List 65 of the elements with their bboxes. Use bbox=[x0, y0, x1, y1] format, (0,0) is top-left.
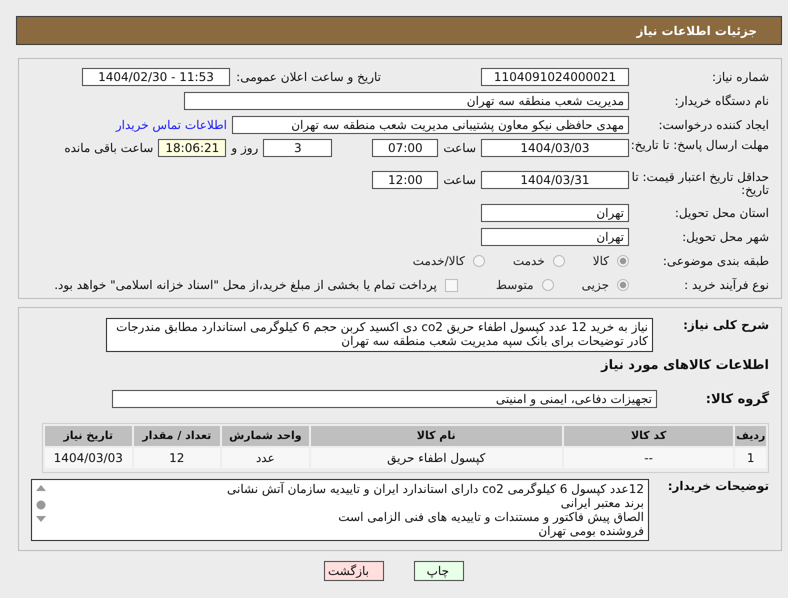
radio-label: کالا/خدمت bbox=[412, 254, 465, 268]
table-cell: -- bbox=[564, 448, 734, 468]
field-label: طبقه بندی موضوعی: bbox=[662, 254, 769, 268]
radio-button[interactable] bbox=[617, 279, 629, 291]
checkbox[interactable] bbox=[444, 278, 458, 292]
table-cell: 1404/03/03 bbox=[44, 448, 132, 468]
date-field: 1404/03/03 bbox=[481, 139, 629, 157]
field-label: شهر محل تحویل: bbox=[681, 230, 769, 244]
text-line: کادر توضیحات برای بانک سپه مدیریت شعب منطقه سه تهران bbox=[340, 334, 648, 348]
time-label: ساعت bbox=[443, 140, 476, 157]
text-line: نیاز به خرید 12 عدد کپسول اطفاء حریق co2 دی اکسید کربن حجم 6 کیلوگرمی استاندارد مطابق مندرجات bbox=[115, 320, 648, 334]
date-field: 1404/03/31 bbox=[481, 171, 629, 189]
text-line: برند معتبر ایرانی bbox=[560, 496, 644, 510]
radio-label: جزیی bbox=[582, 278, 609, 292]
table-cell: 12 bbox=[134, 448, 220, 468]
field-label: مهلت ارسال پاسخ: تا تاریخ: bbox=[630, 139, 769, 152]
column-header: تاریخ نیاز bbox=[44, 426, 132, 446]
announce-date-field: 1404/02/30 - 11:53 bbox=[82, 68, 230, 86]
column-header: نام کالا bbox=[310, 426, 562, 446]
remaining-time-field: 18:06:21 bbox=[158, 139, 226, 157]
days-label: روز و bbox=[231, 140, 258, 157]
buyer-org-field: مدیریت شعب منطقه سه تهران bbox=[184, 92, 629, 110]
radio-button[interactable] bbox=[617, 255, 629, 267]
time-field: 07:00 bbox=[372, 139, 438, 157]
column-header: ردیف bbox=[735, 426, 766, 446]
remaining-label: ساعت باقی مانده bbox=[64, 140, 154, 157]
field-label: حداقل تاریخ اعتبار قیمت: تا تاریخ: bbox=[630, 171, 769, 197]
field-label: شماره نیاز: bbox=[711, 70, 769, 84]
field-label: نوع فرآیند خرید : bbox=[683, 278, 769, 292]
contact-link[interactable]: اطلاعات تماس خریدار bbox=[116, 118, 227, 132]
radio-label: متوسط bbox=[496, 278, 534, 292]
text-line: الصاق پیش فاکتور و مستندات و تاییدیه های فنی الزامی است bbox=[337, 510, 644, 524]
section-title: اطلاعات کالاهای مورد نیاز bbox=[600, 358, 769, 373]
text-line: فروشنده بومی تهران bbox=[537, 524, 644, 538]
requester-field: مهدی حافظی نیکو معاون پشتیبانی مدیریت شعب منطقه سه تهران bbox=[232, 116, 629, 134]
time-field: 12:00 bbox=[372, 171, 438, 189]
table-cell: کپسول اطفاء حریق bbox=[310, 448, 562, 468]
city-field: تهران bbox=[481, 228, 629, 246]
field-label: استان محل تحویل: bbox=[674, 206, 769, 220]
field-label: تاریخ و ساعت اعلان عمومی: bbox=[236, 70, 381, 84]
text-line: 12عدد کپسول 6 کیلوگرمی co2 دارای استاندارد ایران و تاییدیه سازمان آتش نشانی bbox=[226, 482, 644, 496]
radio-label: کالا bbox=[592, 254, 609, 268]
radio-button[interactable] bbox=[552, 255, 565, 267]
goods-group-field: تجهیزات دفاعی، ایمنی و امنیتی bbox=[112, 390, 657, 408]
page-title: جزئیات اطلاعات نیاز bbox=[636, 24, 757, 38]
field-label: گروه کالا: bbox=[704, 392, 769, 406]
field-label: توضیحات خریدار: bbox=[666, 479, 769, 493]
need-number-field: 1104091024000021 bbox=[481, 68, 629, 86]
column-header: کد کالا bbox=[564, 426, 734, 446]
radio-label: خدمت bbox=[512, 254, 545, 268]
table-cell: 1 bbox=[735, 448, 766, 468]
checkbox-label: پرداخت تمام یا بخشی از مبلغ خرید،از محل "اسناد خزانه اسلامی" خواهد بود. bbox=[54, 278, 437, 292]
radio-button[interactable] bbox=[542, 279, 554, 291]
province-field: تهران bbox=[481, 204, 629, 222]
radio-button[interactable] bbox=[472, 255, 485, 267]
action-button[interactable]: چاپ bbox=[414, 561, 464, 581]
table-cell: عدد bbox=[222, 448, 309, 468]
action-button[interactable]: بازگشت bbox=[324, 561, 384, 581]
field-label: ایجاد کننده درخواست: bbox=[657, 118, 769, 132]
field-label: شرح کلی نیاز: bbox=[682, 318, 769, 332]
days-field: 3 bbox=[263, 139, 332, 157]
column-header: واحد شمارش bbox=[222, 426, 309, 446]
time-label: ساعت bbox=[443, 172, 476, 189]
field-label: نام دستگاه خریدار: bbox=[674, 94, 769, 108]
column-header: تعداد / مقدار bbox=[134, 426, 220, 446]
